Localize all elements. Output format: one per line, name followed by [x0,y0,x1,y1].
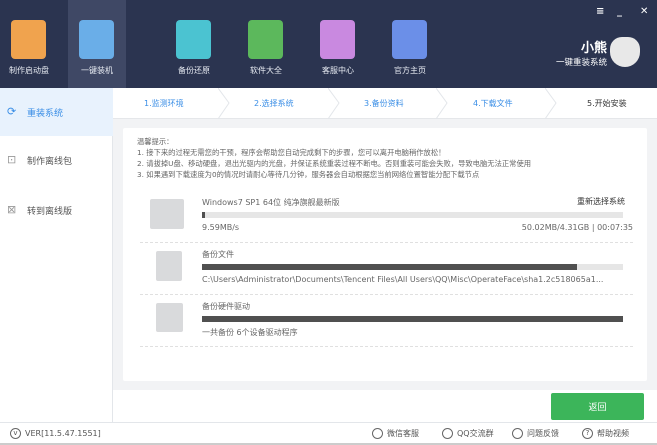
task-download-system: Windows7 SP1 64位 纯净旗舰最新版 重新选择系统 9.59MB/s… [140,191,633,243]
progress-fill [202,264,577,270]
top-header: 制作启动盘 一键装机 备份还原 软件大全 客服中心 官方主页 ≡ _ ✕ 小熊一… [0,0,657,88]
step-progress: 1.监测环境 2.选择系统 3.备份资料 4.下载文件 5.开始安装 [113,88,657,119]
main-content: 温馨提示： 1. 接下来的过程无需您的干预，程序会帮助您自动完成剩下的步骤，您可… [113,119,657,390]
refresh-icon: ⟳ [7,105,17,118]
step-4: 4.下载文件 [473,99,513,108]
progress-bar [202,264,623,270]
chevron-right-icon [436,88,448,119]
usb-drive-icon [11,20,46,59]
back-button[interactable]: 返回 [551,393,644,420]
sidebar: ⟳ 重装系统 ⊡ 制作离线包 ⊠ 转到离线版 [0,88,113,423]
wechat-icon [372,428,383,439]
bear-logo-icon [610,37,640,67]
nav-homepage[interactable]: 官方主页 [381,0,439,88]
sidebar-item-offline-package[interactable]: ⊡ 制作离线包 [0,136,113,184]
task-backup-files: 备份文件 C:\Users\Administrator\Documents\Te… [140,243,633,295]
nav-one-click-install[interactable]: 一键装机 [68,0,126,88]
sidebar-item-offline-version[interactable]: ⊠ 转到离线版 [0,186,113,234]
monitor-icon [150,199,184,229]
progress-bar [202,316,623,322]
sidebar-item-reinstall[interactable]: ⟳ 重装系统 [0,88,113,136]
bottom-bar: 返回 [113,390,657,422]
monitor-pulse-icon [79,20,114,59]
step-2: 2.选择系统 [254,99,294,108]
help-icon: ? [582,428,593,439]
minimize-button[interactable]: _ [617,6,622,17]
version-info: v VER[11.5.47.1551] [10,428,101,439]
progress-bar [202,212,623,218]
brand: 小熊 一键重装系统 [555,41,607,68]
step-3: 3.备份资料 [364,99,404,108]
restore-icon [176,20,211,59]
feedback-icon [512,428,523,439]
chevron-right-icon [545,88,557,119]
chevron-right-icon [218,88,230,119]
nav-make-boot-disk[interactable]: 制作启动盘 [0,0,58,88]
nav-software[interactable]: 软件大全 [237,0,295,88]
nav-support[interactable]: 客服中心 [309,0,367,88]
wechat-support-link[interactable]: 微信客服 [372,428,419,439]
progress-fill [202,316,623,322]
chevron-right-icon [328,88,340,119]
feedback-link[interactable]: 问题反馈 [512,428,559,439]
qq-group-link[interactable]: QQ交流群 [442,428,494,439]
nav-backup-restore[interactable]: 备份还原 [165,0,223,88]
chat-icon [320,20,355,59]
progress-fill [202,212,206,218]
install-card: 温馨提示： 1. 接下来的过程无需您的干预，程序会帮助您自动完成剩下的步骤，您可… [123,128,647,381]
home-icon [392,20,427,59]
help-video-link[interactable]: ? 帮助视频 [582,428,629,439]
status-bar: v VER[11.5.47.1551] 微信客服 QQ交流群 问题反馈 ? 帮助视频 [0,422,657,445]
document-icon [156,251,182,281]
step-1: 1.监测环境 [144,99,184,108]
menu-button[interactable]: ≡ [596,6,604,17]
apps-grid-icon [248,20,283,59]
tips: 温馨提示： 1. 接下来的过程无需您的干预，程序会帮助您自动完成剩下的步骤，您可… [137,137,532,179]
reselect-system-link[interactable]: 重新选择系统 [577,196,625,207]
offline-monitor-icon: ⊠ [7,203,17,216]
version-icon: v [10,428,21,439]
package-upload-icon: ⊡ [7,153,17,166]
close-button[interactable]: ✕ [640,6,648,17]
task-backup-drivers: 备份硬件驱动 一共备份 6个设备驱动程序 [140,295,633,347]
step-5: 5.开始安装 [587,99,627,108]
disk-driver-icon [156,303,183,332]
qq-icon [442,428,453,439]
